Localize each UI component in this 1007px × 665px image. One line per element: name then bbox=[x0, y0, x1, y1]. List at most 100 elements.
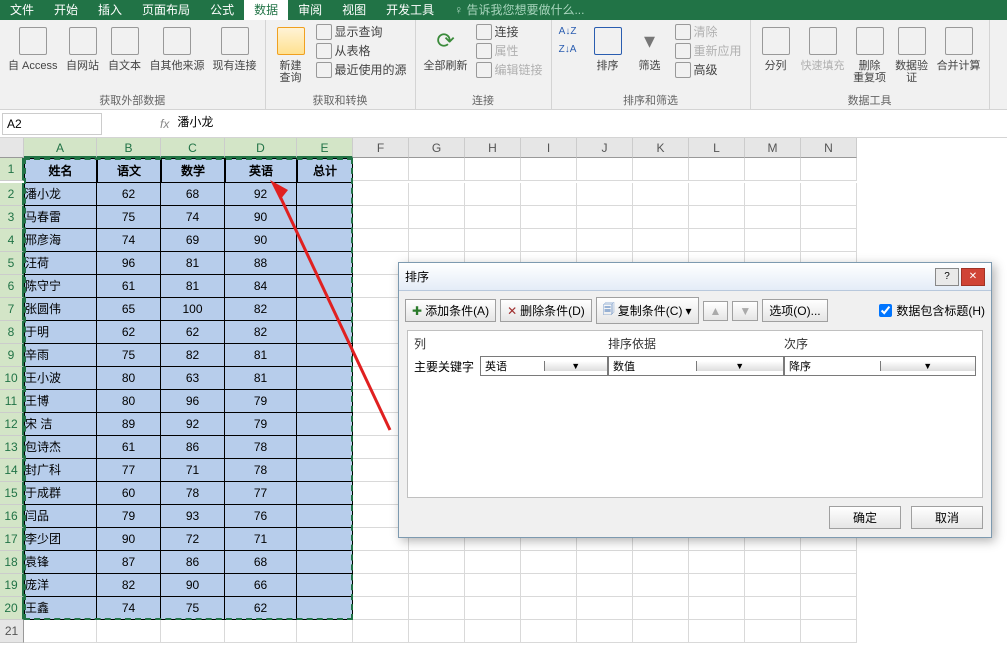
cell[interactable]: 马春雷 bbox=[24, 206, 97, 229]
sort-order-combo[interactable]: 降序▼ bbox=[784, 356, 976, 376]
ext-data-button-1[interactable]: 自网站 bbox=[62, 22, 104, 74]
col-header-D[interactable]: D bbox=[225, 138, 297, 158]
cell[interactable]: 89 bbox=[97, 413, 161, 436]
cell[interactable]: 78 bbox=[225, 459, 297, 482]
col-header-I[interactable]: I bbox=[521, 138, 577, 158]
cell[interactable] bbox=[297, 436, 353, 459]
cell[interactable] bbox=[577, 206, 633, 229]
cell[interactable]: 79 bbox=[225, 413, 297, 436]
cell[interactable] bbox=[465, 620, 521, 643]
delete-level-button[interactable]: ✕删除条件(D) bbox=[500, 299, 592, 322]
sort-button[interactable]: 排序 bbox=[587, 22, 629, 74]
row-header-5[interactable]: 5 bbox=[0, 252, 24, 275]
header-checkbox[interactable]: 数据包含标题(H) bbox=[879, 302, 985, 319]
checkbox-input[interactable] bbox=[879, 304, 892, 317]
cell[interactable] bbox=[689, 158, 745, 181]
cell[interactable]: 62 bbox=[225, 597, 297, 620]
row-header-18[interactable]: 18 bbox=[0, 551, 24, 574]
move-up-button[interactable]: ▲ bbox=[703, 301, 729, 321]
cell[interactable] bbox=[297, 367, 353, 390]
col-header-F[interactable]: F bbox=[353, 138, 409, 158]
cell[interactable] bbox=[353, 597, 409, 620]
row-header-9[interactable]: 9 bbox=[0, 344, 24, 367]
cell[interactable]: 74 bbox=[97, 597, 161, 620]
cell[interactable]: 75 bbox=[97, 206, 161, 229]
ext-data-button-0[interactable]: 自 Access bbox=[4, 22, 62, 74]
cell[interactable]: 79 bbox=[97, 505, 161, 528]
cell[interactable] bbox=[353, 206, 409, 229]
col-header-J[interactable]: J bbox=[577, 138, 633, 158]
dialog-titlebar[interactable]: 排序 ? ✕ bbox=[399, 263, 991, 291]
cell[interactable]: 英语 bbox=[225, 158, 297, 183]
row-header-20[interactable]: 20 bbox=[0, 597, 24, 620]
tab-页面布局[interactable]: 页面布局 bbox=[132, 0, 200, 20]
cell[interactable] bbox=[745, 183, 801, 206]
data-tool-button-1[interactable]: 快速填充 bbox=[797, 22, 849, 74]
row-header-16[interactable]: 16 bbox=[0, 505, 24, 528]
cell[interactable] bbox=[353, 574, 409, 597]
tab-文件[interactable]: 文件 bbox=[0, 0, 44, 20]
mini-button[interactable]: 最近使用的源 bbox=[312, 60, 411, 79]
filter-button[interactable]: ▾ 筛选 bbox=[629, 22, 671, 74]
cell[interactable] bbox=[24, 620, 97, 643]
cell[interactable]: 68 bbox=[161, 183, 225, 206]
cell[interactable]: 77 bbox=[97, 459, 161, 482]
cell[interactable] bbox=[521, 206, 577, 229]
cancel-button[interactable]: 取消 bbox=[911, 506, 983, 529]
cell[interactable] bbox=[577, 158, 633, 181]
cell[interactable]: 75 bbox=[161, 597, 225, 620]
cell[interactable] bbox=[297, 183, 353, 206]
refresh-all-button[interactable]: ⟳ 全部刷新 bbox=[420, 22, 472, 74]
tab-审阅[interactable]: 审阅 bbox=[288, 0, 332, 20]
options-button[interactable]: 选项(O)... bbox=[762, 299, 827, 322]
cell[interactable]: 90 bbox=[97, 528, 161, 551]
cell[interactable]: 姓名 bbox=[24, 158, 97, 183]
cell[interactable] bbox=[689, 551, 745, 574]
sort-on-combo[interactable]: 数值▼ bbox=[608, 356, 784, 376]
cell[interactable]: 62 bbox=[161, 321, 225, 344]
cell[interactable] bbox=[633, 158, 689, 181]
cell[interactable] bbox=[745, 574, 801, 597]
cell[interactable]: 闫品 bbox=[24, 505, 97, 528]
cell[interactable] bbox=[745, 620, 801, 643]
mini-button[interactable]: 重新应用 bbox=[671, 41, 746, 60]
cell[interactable]: 96 bbox=[97, 252, 161, 275]
row-header-21[interactable]: 21 bbox=[0, 620, 24, 643]
cell[interactable]: 包诗杰 bbox=[24, 436, 97, 459]
tab-数据[interactable]: 数据 bbox=[244, 0, 288, 20]
cell[interactable] bbox=[633, 551, 689, 574]
tab-视图[interactable]: 视图 bbox=[332, 0, 376, 20]
tab-插入[interactable]: 插入 bbox=[88, 0, 132, 20]
move-down-button[interactable]: ▼ bbox=[732, 301, 758, 321]
cell[interactable] bbox=[577, 183, 633, 206]
cell[interactable]: 王小波 bbox=[24, 367, 97, 390]
select-all-corner[interactable] bbox=[0, 138, 24, 158]
cell[interactable] bbox=[297, 574, 353, 597]
cell[interactable]: 90 bbox=[161, 574, 225, 597]
cell[interactable]: 92 bbox=[161, 413, 225, 436]
col-header-K[interactable]: K bbox=[633, 138, 689, 158]
cell[interactable] bbox=[465, 229, 521, 252]
cell[interactable] bbox=[465, 183, 521, 206]
cell[interactable] bbox=[353, 551, 409, 574]
cell[interactable]: 86 bbox=[161, 551, 225, 574]
close-button[interactable]: ✕ bbox=[961, 268, 985, 286]
cell[interactable] bbox=[161, 620, 225, 643]
mini-button[interactable]: 连接 bbox=[472, 22, 547, 41]
cell[interactable] bbox=[353, 183, 409, 206]
cell[interactable]: 数学 bbox=[161, 158, 225, 183]
cell[interactable]: 于明 bbox=[24, 321, 97, 344]
cell[interactable]: 61 bbox=[97, 275, 161, 298]
cell[interactable]: 82 bbox=[225, 321, 297, 344]
cell[interactable]: 82 bbox=[161, 344, 225, 367]
col-header-B[interactable]: B bbox=[97, 138, 161, 158]
cell[interactable] bbox=[801, 229, 857, 252]
cell[interactable] bbox=[353, 229, 409, 252]
data-tool-button-2[interactable]: 删除重复项 bbox=[849, 22, 891, 86]
cell[interactable] bbox=[521, 183, 577, 206]
cell[interactable] bbox=[521, 158, 577, 181]
cell[interactable] bbox=[409, 620, 465, 643]
cell[interactable]: 82 bbox=[97, 574, 161, 597]
cell[interactable] bbox=[633, 597, 689, 620]
cell[interactable]: 袁锋 bbox=[24, 551, 97, 574]
